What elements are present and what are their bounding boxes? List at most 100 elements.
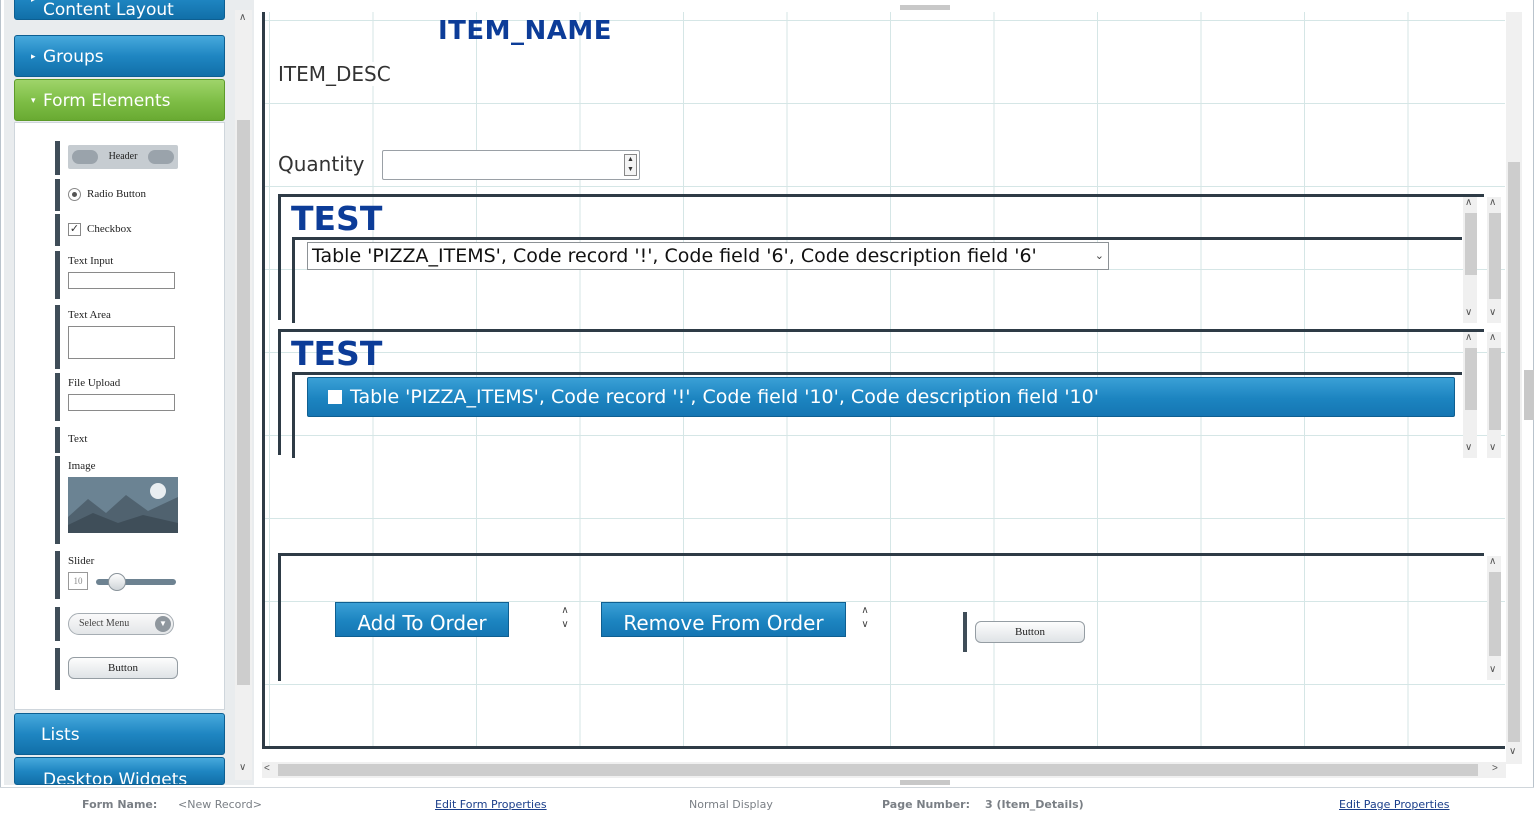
scroll-down-icon[interactable]: ∨ <box>1489 442 1496 453</box>
radio-icon <box>68 188 81 201</box>
scroll-up-icon[interactable]: ∧ <box>1465 197 1472 208</box>
section-lists[interactable]: Lists <box>14 713 225 755</box>
text-area-preview <box>68 326 175 359</box>
item-desc-field[interactable]: ITEM_DESC <box>278 62 391 86</box>
palette-slider[interactable]: Slider 10 <box>55 551 185 599</box>
left-panel: ▸ Content Layout ▸ Groups ▾ Form Element… <box>4 0 254 785</box>
select-menu-preview: Select Menu ▼ <box>68 613 174 635</box>
section-label: Content Layout <box>43 0 174 20</box>
scroll-thumb[interactable] <box>1489 213 1501 299</box>
spin-arrows-icon[interactable]: ▲ ▼ <box>624 154 637 176</box>
spin-arrows-icon[interactable]: ∧ ∨ <box>859 604 871 632</box>
form-elements-palette: Header Radio Button ✓ Checkbox Text Input… <box>14 122 225 710</box>
group-scrollbar[interactable]: ∧ ∨ <box>1463 332 1477 458</box>
palette-label: Text <box>68 433 88 445</box>
drag-handle[interactable] <box>963 612 967 652</box>
group-title: TEST <box>291 334 383 373</box>
group-order-buttons[interactable]: Add To Order ∧ ∨ Remove From Order ∧ ∨ But… <box>278 553 1501 681</box>
scroll-thumb[interactable] <box>1489 348 1501 430</box>
scroll-right-icon[interactable]: > <box>1492 763 1498 774</box>
splitter-grip[interactable] <box>900 5 950 10</box>
page-number-value: 3 (Item_Details) <box>985 798 1084 811</box>
combo-text: Table 'PIZZA_ITEMS', Code record '!', Co… <box>312 245 1037 267</box>
outer-scrollbar[interactable]: ∧ ∨ <box>1487 197 1501 323</box>
palette-label: Text Input <box>68 255 114 267</box>
scroll-thumb[interactable] <box>1508 162 1520 742</box>
splitter-grip[interactable] <box>1524 370 1534 420</box>
pizza-items-list-item[interactable]: Table 'PIZZA_ITEMS', Code record '!', Co… <box>307 377 1455 417</box>
palette-label: File Upload <box>68 377 121 389</box>
section-groups[interactable]: ▸ Groups <box>14 35 225 77</box>
list-item-text: Table 'PIZZA_ITEMS', Code record '!', Co… <box>350 386 1099 408</box>
scroll-thumb[interactable] <box>237 120 250 685</box>
scroll-thumb[interactable] <box>1489 572 1501 656</box>
scroll-down-icon[interactable]: ∨ <box>1465 442 1472 453</box>
form-name-value: <New Record> <box>178 798 262 811</box>
group-inner-frame: Table 'PIZZA_ITEMS', Code record '!', Co… <box>292 237 1462 323</box>
scroll-down-icon[interactable]: ∨ <box>1465 307 1472 318</box>
slider-preview: 10 <box>68 572 185 592</box>
scroll-up-icon[interactable]: ∧ <box>239 12 246 23</box>
generic-button[interactable]: Button <box>975 621 1085 643</box>
file-upload-preview <box>68 394 175 411</box>
pizza-items-combo[interactable]: Table 'PIZZA_ITEMS', Code record '!', Co… <box>307 242 1109 270</box>
group-title: TEST <box>291 199 383 238</box>
add-to-order-button[interactable]: Add To Order <box>335 602 509 637</box>
scroll-up-icon[interactable]: ∧ <box>1489 556 1496 567</box>
scroll-down-icon[interactable]: ∨ <box>1509 746 1516 757</box>
chevron-down-icon: ▼ <box>155 616 171 632</box>
scroll-thumb[interactable] <box>1465 213 1477 275</box>
collapse-arrow-icon: ▾ <box>31 96 36 106</box>
scroll-left-icon[interactable]: < <box>264 763 270 774</box>
item-name-field[interactable]: ITEM_NAME <box>438 16 612 46</box>
canvas-scrollbar[interactable]: ∨ <box>1506 12 1522 764</box>
palette-text[interactable]: Text <box>55 427 185 453</box>
scroll-up-icon[interactable]: ∧ <box>1489 197 1496 208</box>
palette-label: Text Area <box>68 309 111 321</box>
scroll-down-icon[interactable]: ∨ <box>1489 307 1496 318</box>
scroll-up-icon[interactable]: ∧ <box>1465 332 1472 343</box>
display-mode: Normal Display <box>689 798 773 811</box>
slider-knob <box>108 573 126 591</box>
quantity-stepper[interactable]: ▲ ▼ <box>382 150 640 180</box>
edit-page-properties-link[interactable]: Edit Page Properties <box>1339 798 1450 811</box>
palette-text-area[interactable]: Text Area <box>55 305 185 369</box>
status-bar: Form Name: <New Record> Edit Form Proper… <box>0 787 1534 825</box>
chevron-down-icon: ⌄ <box>1094 249 1104 262</box>
scroll-up-icon[interactable]: ∧ <box>1489 332 1496 343</box>
section-content-layout[interactable]: ▸ Content Layout <box>14 0 225 20</box>
sidebar-scrollbar[interactable]: ∧ ∨ <box>235 10 252 780</box>
splitter-grip[interactable] <box>900 780 950 785</box>
group-scrollbar[interactable]: ∧ ∨ <box>1487 556 1501 680</box>
scroll-down-icon[interactable]: ∨ <box>239 762 246 773</box>
form-name-label: Form Name: <box>82 798 158 811</box>
scroll-thumb[interactable] <box>278 764 1478 776</box>
remove-from-order-button[interactable]: Remove From Order <box>601 602 846 637</box>
palette-label: Slider <box>68 555 95 567</box>
palette-file-upload[interactable]: File Upload <box>55 373 185 421</box>
palette-label: Image <box>68 460 96 472</box>
edit-form-properties-link[interactable]: Edit Form Properties <box>435 798 547 811</box>
section-form-elements[interactable]: ▾ Form Elements <box>14 79 225 121</box>
page-number-label: Page Number: <box>882 798 971 811</box>
canvas-hscrollbar[interactable]: < > <box>262 762 1506 778</box>
palette-image[interactable]: Image <box>55 456 185 544</box>
scroll-thumb[interactable] <box>1465 348 1477 410</box>
outer-scrollbar[interactable]: ∧ ∨ <box>1487 332 1501 458</box>
palette-button[interactable]: Button <box>55 648 185 690</box>
palette-header[interactable]: Header <box>55 141 185 175</box>
expand-arrow-icon: ▸ <box>31 52 36 62</box>
group-test-1[interactable]: TEST Table 'PIZZA_ITEMS', Code record '!… <box>278 194 1501 323</box>
text-input-preview <box>68 272 175 289</box>
checkbox-square-icon[interactable] <box>328 390 342 404</box>
group-scrollbar[interactable]: ∧ ∨ <box>1463 197 1477 323</box>
scroll-down-icon[interactable]: ∨ <box>1489 664 1496 675</box>
palette-checkbox[interactable]: ✓ Checkbox <box>55 214 185 246</box>
group-test-2[interactable]: TEST Table 'PIZZA_ITEMS', Code record '!… <box>278 329 1501 458</box>
spin-arrows-icon[interactable]: ∧ ∨ <box>559 604 571 632</box>
palette-radio-button[interactable]: Radio Button <box>55 179 185 211</box>
palette-select-menu[interactable]: Select Menu ▼ <box>55 607 185 641</box>
palette-text-input[interactable]: Text Input <box>55 251 185 299</box>
section-desktop-widgets[interactable]: Desktop Widgets <box>14 757 225 785</box>
palette-label: Checkbox <box>87 223 132 236</box>
